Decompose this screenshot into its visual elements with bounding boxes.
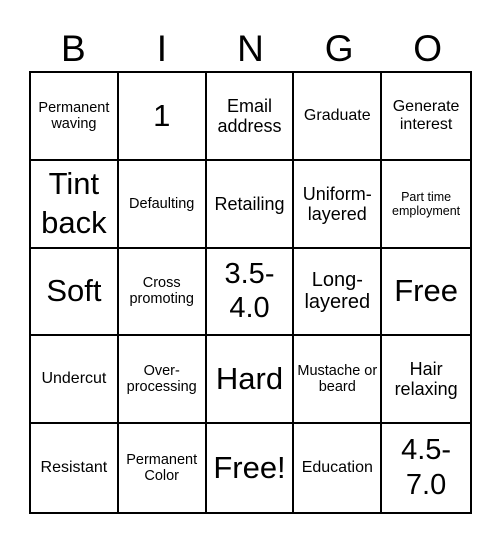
bingo-cell[interactable]: Undercut <box>31 336 119 425</box>
header-letter-i: I <box>156 28 168 69</box>
bingo-cell[interactable]: Defaulting <box>118 160 207 249</box>
bingo-cell[interactable]: Free! <box>207 424 295 512</box>
bingo-cell[interactable]: Cross promoting <box>118 248 207 337</box>
bingo-cell[interactable]: Uniform-layered <box>294 160 383 249</box>
bingo-cell[interactable]: Soft <box>31 248 119 337</box>
bingo-cell[interactable]: Permanent Color <box>119 424 207 512</box>
bingo-cell[interactable]: Resistant <box>31 424 119 512</box>
bingo-cell[interactable]: Permanent waving <box>31 73 119 161</box>
header-letter-n: N <box>237 28 264 69</box>
bingo-cell[interactable]: 3.5-4.0 <box>206 248 295 337</box>
bingo-cell[interactable]: Hair relaxing <box>382 336 470 425</box>
header-letter-o: O <box>413 28 443 69</box>
bingo-cell[interactable]: Retailing <box>206 160 295 249</box>
bingo-cell[interactable]: Graduate <box>294 73 383 161</box>
bingo-cell[interactable]: 1 <box>118 73 207 161</box>
bingo-cell[interactable]: Over-processing <box>118 336 207 425</box>
bingo-cell[interactable]: Long-layered <box>294 248 383 337</box>
bingo-cell[interactable]: Free <box>382 249 470 337</box>
header-letter-g: G <box>324 28 354 69</box>
bingo-cell[interactable]: Mustache or beard <box>294 336 383 425</box>
header-letter-b: B <box>60 28 86 69</box>
bingo-cell[interactable]: Hard <box>206 336 295 425</box>
bingo-cell[interactable]: Tint back <box>31 160 119 249</box>
bingo-board: Permanent waving 1 Email address Graduat… <box>29 71 472 514</box>
bingo-cell[interactable]: Part time employment <box>382 161 470 249</box>
bingo-cell[interactable]: Email address <box>206 73 295 161</box>
bingo-cell[interactable]: Generate interest <box>382 73 470 161</box>
bingo-cell[interactable]: Education <box>294 424 383 512</box>
bingo-header: B I N G O <box>29 27 472 71</box>
bingo-cell[interactable]: 4.5-7.0 <box>382 424 470 512</box>
